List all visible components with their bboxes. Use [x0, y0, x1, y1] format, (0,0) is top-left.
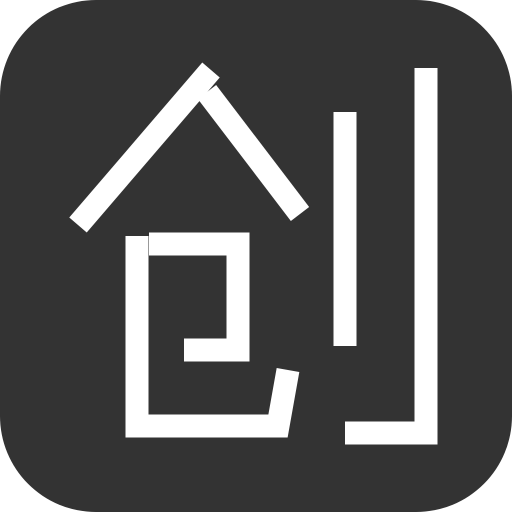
glyph-stroke-roof-left — [69, 62, 220, 233]
glyph-stroke-roof-right — [197, 85, 310, 221]
chuang-glyph-icon — [69, 62, 438, 445]
glyph-stroke-long-vertical — [345, 68, 438, 445]
app-icon[interactable]: 创 — [0, 0, 512, 512]
glyph-stroke-bowl — [125, 236, 300, 438]
glyph-stroke-hook — [149, 232, 250, 362]
